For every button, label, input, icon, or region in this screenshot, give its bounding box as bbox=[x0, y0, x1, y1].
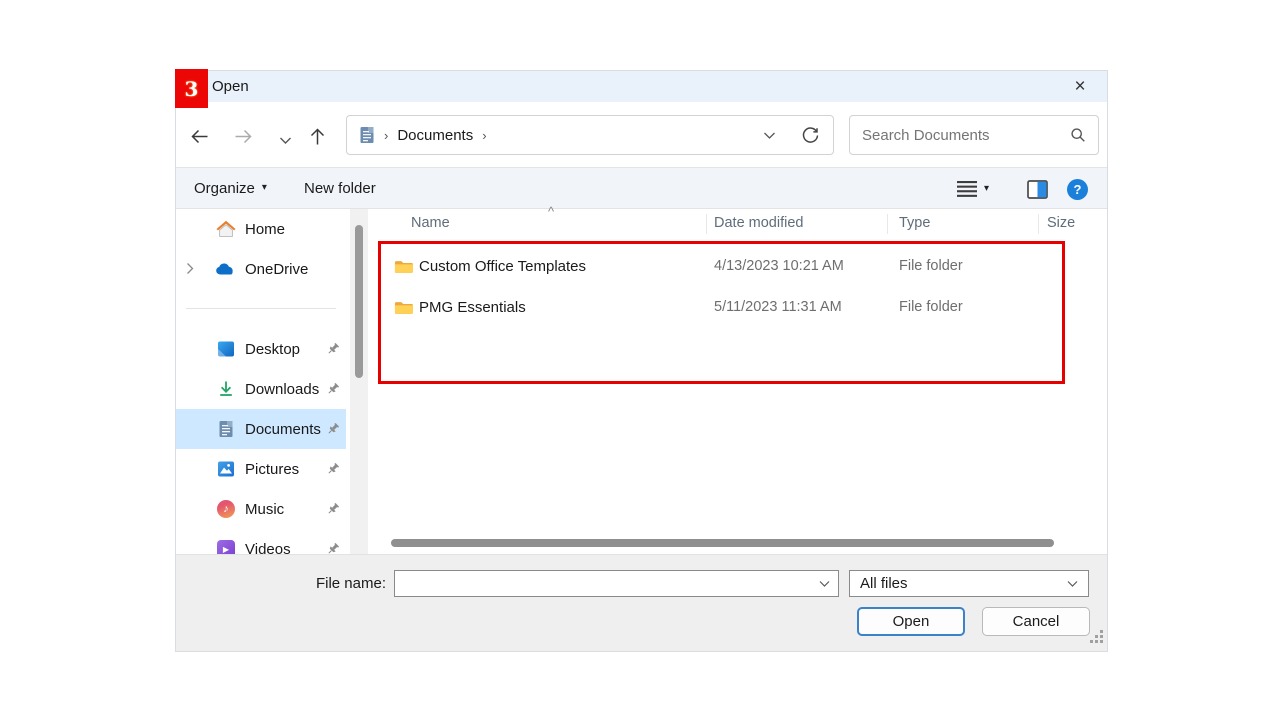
file-name-input[interactable] bbox=[395, 571, 819, 596]
chevron-down-icon: ▾ bbox=[984, 184, 989, 194]
sidebar-item-documents[interactable]: Documents bbox=[176, 409, 346, 449]
pin-icon bbox=[326, 422, 340, 440]
music-icon: ♪ bbox=[216, 499, 236, 519]
up-button[interactable] bbox=[307, 126, 327, 146]
documents-icon bbox=[359, 126, 375, 144]
file-name-label: File name: bbox=[276, 575, 386, 592]
sidebar-item-label: Documents bbox=[245, 421, 321, 438]
file-type-value: All files bbox=[860, 575, 908, 592]
open-button[interactable]: Open bbox=[857, 607, 965, 636]
open-button-label: Open bbox=[893, 613, 930, 630]
back-button[interactable] bbox=[189, 126, 209, 146]
preview-pane-icon bbox=[1027, 180, 1048, 199]
chevron-down-icon[interactable] bbox=[819, 580, 838, 588]
up-arrow-icon bbox=[309, 127, 326, 146]
help-button[interactable]: ? bbox=[1067, 169, 1088, 209]
sidebar-item-home[interactable]: Home bbox=[176, 209, 346, 249]
refresh-icon[interactable] bbox=[802, 127, 819, 144]
back-arrow-icon bbox=[190, 128, 209, 145]
sidebar-item-label: Downloads bbox=[245, 381, 319, 398]
file-name-combobox bbox=[394, 570, 839, 597]
sidebar-item-label: Desktop bbox=[245, 341, 300, 358]
desktop-background: 3 Open × › Documents › bbox=[0, 0, 1280, 720]
sidebar-separator bbox=[186, 308, 336, 309]
list-horizontal-scrollbar-thumb[interactable] bbox=[391, 539, 1054, 547]
home-icon bbox=[216, 219, 236, 239]
breadcrumb-separator: › bbox=[384, 128, 388, 143]
column-header-size[interactable]: Size bbox=[1047, 215, 1075, 231]
file-type-select[interactable]: All files bbox=[849, 570, 1089, 597]
search-box bbox=[849, 115, 1099, 155]
dialog-footer: File name: All files Open Cancel bbox=[176, 554, 1107, 651]
new-folder-button[interactable]: New folder bbox=[304, 168, 376, 208]
onedrive-icon bbox=[216, 259, 236, 279]
sidebar-scrollbar-thumb[interactable] bbox=[355, 225, 363, 378]
recent-locations-button[interactable] bbox=[275, 130, 295, 150]
column-divider[interactable] bbox=[1038, 214, 1039, 234]
annotation-badge: 3 bbox=[175, 69, 208, 108]
organize-label: Organize bbox=[194, 180, 255, 197]
open-file-dialog: 3 Open × › Documents › bbox=[175, 70, 1108, 652]
sidebar-item-label: Music bbox=[245, 501, 284, 518]
navigation-bar: › Documents › bbox=[176, 102, 1107, 168]
play-glyph: ▶ bbox=[223, 545, 229, 554]
pin-icon bbox=[326, 462, 340, 480]
music-note-glyph: ♪ bbox=[223, 503, 229, 515]
details-view-icon bbox=[957, 181, 977, 197]
chevron-down-icon: ▾ bbox=[262, 183, 267, 193]
documents-icon bbox=[216, 419, 236, 439]
column-header-type[interactable]: Type bbox=[899, 215, 930, 231]
cancel-button[interactable]: Cancel bbox=[982, 607, 1090, 636]
close-icon[interactable]: × bbox=[1059, 71, 1101, 102]
chevron-down-icon bbox=[1067, 580, 1078, 588]
column-divider[interactable] bbox=[706, 214, 707, 234]
organize-button[interactable]: Organize ▾ bbox=[194, 168, 267, 208]
sidebar-item-pictures[interactable]: Pictures bbox=[176, 449, 346, 489]
help-glyph: ? bbox=[1074, 182, 1082, 197]
sidebar-item-music[interactable]: ♪ Music bbox=[176, 489, 346, 529]
search-input[interactable] bbox=[862, 127, 1070, 144]
new-folder-label: New folder bbox=[304, 180, 376, 197]
dialog-title: Open bbox=[212, 78, 249, 95]
address-dropdown-icon[interactable] bbox=[763, 131, 776, 140]
search-icon bbox=[1070, 127, 1086, 143]
expand-chevron-icon[interactable] bbox=[186, 262, 194, 279]
address-bar[interactable]: › Documents › bbox=[346, 115, 834, 155]
pin-icon bbox=[326, 342, 340, 360]
breadcrumb-item-documents[interactable]: Documents bbox=[397, 127, 473, 144]
sidebar-item-label: Pictures bbox=[245, 461, 299, 478]
sidebar-scrollbar-track[interactable] bbox=[350, 209, 368, 556]
sidebar-item-desktop[interactable]: Desktop bbox=[176, 329, 346, 369]
cancel-button-label: Cancel bbox=[1013, 613, 1060, 630]
sidebar-item-onedrive[interactable]: OneDrive bbox=[176, 249, 346, 289]
pin-icon bbox=[326, 382, 340, 400]
chevron-down-icon bbox=[279, 136, 292, 145]
pin-icon bbox=[326, 502, 340, 520]
sidebar-item-downloads[interactable]: Downloads bbox=[176, 369, 346, 409]
help-icon: ? bbox=[1067, 179, 1088, 200]
breadcrumb-separator: › bbox=[482, 128, 486, 143]
pictures-icon bbox=[216, 459, 236, 479]
preview-pane-button[interactable] bbox=[1027, 169, 1048, 209]
resize-grip[interactable] bbox=[1090, 630, 1103, 648]
annotation-highlight-rectangle bbox=[378, 241, 1065, 384]
column-header-date-modified[interactable]: Date modified bbox=[714, 215, 803, 231]
downloads-icon bbox=[216, 379, 236, 399]
column-header-name[interactable]: Name bbox=[411, 215, 450, 231]
title-bar: Open × bbox=[176, 71, 1107, 102]
desktop-icon bbox=[216, 339, 236, 359]
sort-ascending-icon: ^ bbox=[548, 204, 554, 219]
forward-button[interactable] bbox=[233, 126, 253, 146]
sidebar-item-label: Home bbox=[245, 221, 285, 238]
sidebar-item-label: OneDrive bbox=[245, 261, 308, 278]
column-divider[interactable] bbox=[887, 214, 888, 234]
command-bar: Organize ▾ New folder ▾ ? bbox=[176, 168, 1107, 209]
forward-arrow-icon bbox=[234, 128, 253, 145]
view-mode-button[interactable]: ▾ bbox=[957, 169, 989, 209]
